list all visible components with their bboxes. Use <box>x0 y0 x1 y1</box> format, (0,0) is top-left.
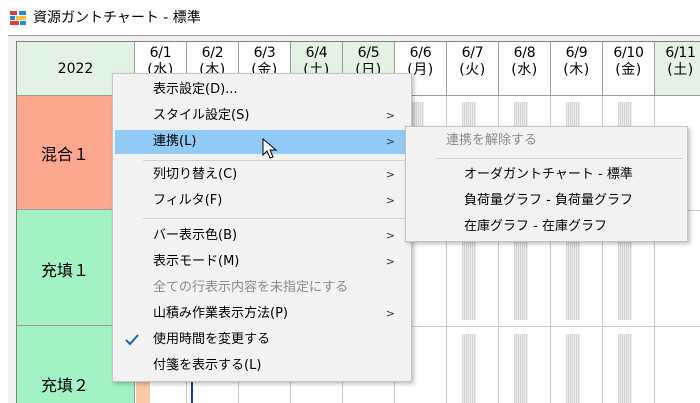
menu-item-filter[interactable]: フィルタ(F) > <box>115 189 409 213</box>
capacity-bar <box>514 334 528 403</box>
chevron-right-icon: > <box>385 194 395 207</box>
resource-name: 充填１ <box>41 261 90 280</box>
capacity-bar <box>462 334 476 403</box>
resource-name: 充填２ <box>41 376 90 395</box>
menu-item-style-settings[interactable]: スタイル設定(S) > <box>115 104 409 128</box>
chevron-right-icon: > <box>385 307 395 320</box>
menu-item-display-settings[interactable]: 表示設定(D)... <box>115 78 409 102</box>
menu-item-bar-color[interactable]: バー表示色(B) > <box>115 224 409 248</box>
submenu-item-load-graph[interactable]: 負荷量グラフ - 負荷量グラフ <box>408 189 685 213</box>
menu-item-clear-row-display: 全ての行表示内容を未指定にする <box>153 280 349 295</box>
chevron-right-icon: > <box>385 135 395 148</box>
menu-item-stacked-work-display[interactable]: 山積み作業表示方法(P) > <box>115 302 409 326</box>
chevron-right-icon: > <box>385 229 395 242</box>
window-title: 資源ガントチャート - 標準 <box>33 10 201 26</box>
submenu-item-order-gantt[interactable]: オーダガントチャート - 標準 <box>408 163 685 187</box>
capacity-bar <box>618 334 632 403</box>
submenu-item-unlink: 連携を解除する <box>446 133 538 148</box>
menu-item-switch-columns[interactable]: 列切り替え(C) > <box>115 163 409 187</box>
year-label: 2022 <box>57 60 94 77</box>
submenu-item-stock-graph[interactable]: 在庫グラフ - 在庫グラフ <box>408 215 685 239</box>
mouse-pointer-icon <box>262 138 278 159</box>
day-header[interactable]: 6/7 (火) <box>447 42 499 96</box>
capacity-bar <box>618 236 632 320</box>
capacity-bar <box>566 334 580 403</box>
chevron-right-icon: > <box>385 255 395 268</box>
capacity-bar <box>462 236 476 320</box>
capacity-bar <box>514 236 528 320</box>
link-submenu: 連携を解除する オーダガントチャート - 標準 負荷量グラフ - 負荷量グラフ … <box>405 126 688 242</box>
capacity-bar <box>566 236 580 320</box>
day-header[interactable]: 6/8 (水) <box>499 42 551 96</box>
title-bar: 資源ガントチャート - 標準 <box>0 0 700 35</box>
chevron-right-icon: > <box>385 109 395 122</box>
resource-name: 混合１ <box>41 145 90 164</box>
context-menu: 表示設定(D)... スタイル設定(S) > 連携(L) > 列切り替え(C) … <box>112 73 412 382</box>
day-header[interactable]: 6/10 (金) <box>603 42 655 96</box>
menu-separator <box>143 160 407 161</box>
checkmark-icon <box>125 334 139 346</box>
menu-item-show-sticky-notes[interactable]: 付箋を表示する(L) <box>115 354 409 378</box>
gantt-app-icon[interactable] <box>10 11 26 25</box>
chevron-right-icon: > <box>385 168 395 181</box>
day-header[interactable]: 6/11 (土) <box>655 42 700 96</box>
menu-separator <box>143 218 407 219</box>
menu-separator <box>436 158 683 159</box>
day-header[interactable]: 6/9 (木) <box>551 42 603 96</box>
menu-item-change-usage-time[interactable]: 使用時間を変更する <box>115 328 409 352</box>
menu-item-display-mode[interactable]: 表示モード(M) > <box>115 250 409 274</box>
